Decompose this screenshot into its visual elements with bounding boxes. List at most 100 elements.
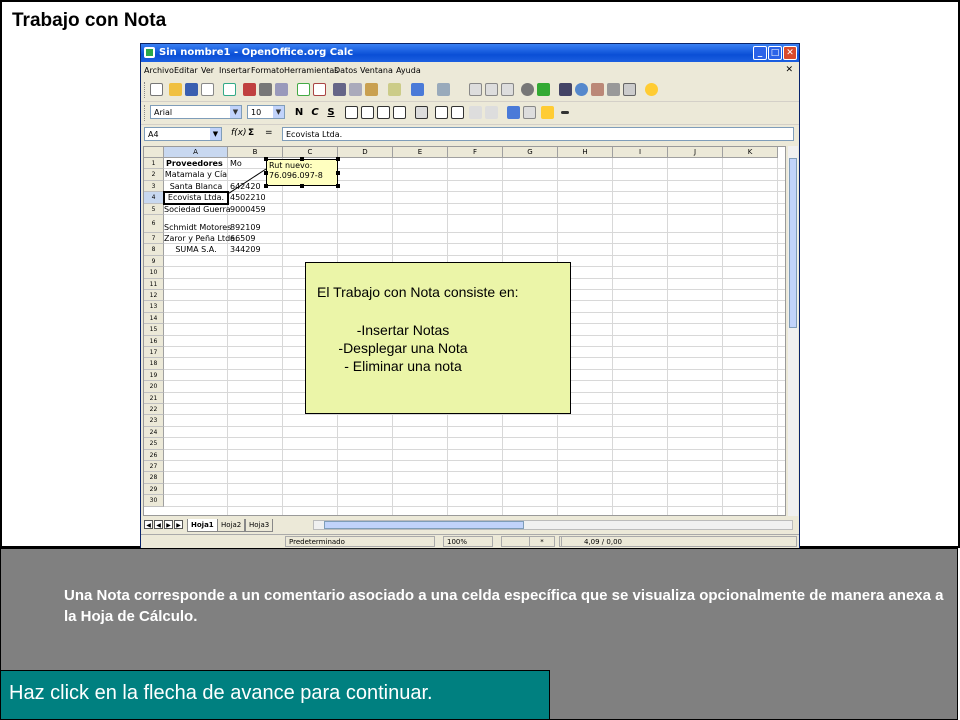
column-header-a[interactable]: A xyxy=(164,147,228,158)
name-box[interactable]: A4 ▼ xyxy=(144,127,222,141)
navigator-icon[interactable] xyxy=(575,83,588,96)
row-header-7[interactable]: 7 xyxy=(144,233,164,245)
row-header-29[interactable]: 29 xyxy=(144,483,164,496)
menu-datos[interactable]: Datos xyxy=(334,66,357,75)
indent-icon[interactable] xyxy=(523,106,536,119)
tab-hoja3[interactable]: Hoja3 xyxy=(245,519,274,532)
row-header-6[interactable]: 6 xyxy=(144,215,164,233)
cell-header-proveedores[interactable]: Proveedores xyxy=(166,159,223,169)
email-icon[interactable] xyxy=(201,83,214,96)
justify-icon[interactable] xyxy=(393,106,406,119)
row-header-1[interactable]: 1 xyxy=(144,158,164,170)
cut-icon[interactable] xyxy=(333,83,346,96)
row-header-14[interactable]: 14 xyxy=(144,312,164,325)
align-center-icon[interactable] xyxy=(361,106,374,119)
note-resize-handle[interactable] xyxy=(300,157,304,161)
sum-button[interactable]: Σ xyxy=(248,128,254,138)
zoom-level[interactable]: 100% xyxy=(443,536,493,547)
function-wizard-button[interactable]: f(x) xyxy=(231,128,247,138)
zoom-icon[interactable] xyxy=(623,83,636,96)
row-header-23[interactable]: 23 xyxy=(144,415,164,427)
export-pdf-icon[interactable] xyxy=(243,83,256,96)
paste-icon[interactable] xyxy=(365,83,378,96)
column-header-j[interactable]: J xyxy=(668,147,723,158)
row-header-10[interactable]: 10 xyxy=(144,267,164,279)
increase-font-icon[interactable] xyxy=(469,106,482,119)
minimize-button[interactable]: _ xyxy=(753,46,767,60)
column-header-f[interactable]: F xyxy=(448,147,503,158)
row-header-28[interactable]: 28 xyxy=(144,472,164,484)
cell-monto[interactable]: 66509 xyxy=(230,234,255,244)
cell-proveedor[interactable]: Zaror y Peña Ltda. xyxy=(164,234,238,244)
document-close-icon[interactable]: ✕ xyxy=(785,65,793,75)
row-header-13[interactable]: 13 xyxy=(144,301,164,313)
note-resize-handle[interactable] xyxy=(300,184,304,188)
hyperlink-icon[interactable] xyxy=(469,83,482,96)
sort-descending-icon[interactable] xyxy=(501,83,514,96)
row-header-15[interactable]: 15 xyxy=(144,324,164,336)
number-format-currency-icon[interactable] xyxy=(435,106,448,119)
row-header-20[interactable]: 20 xyxy=(144,381,164,393)
cell-note[interactable]: Rut nuevo: 76.096.097-8 xyxy=(266,159,338,186)
chart-icon[interactable] xyxy=(521,83,534,96)
page-preview-icon[interactable] xyxy=(275,83,288,96)
column-header-c[interactable]: C xyxy=(283,147,338,158)
cell-proveedor[interactable]: Schmidt Motores xyxy=(164,223,231,233)
decrease-font-icon[interactable] xyxy=(485,106,498,119)
menu-ver[interactable]: Ver xyxy=(201,66,214,75)
row-header-30[interactable]: 30 xyxy=(144,495,164,507)
scroll-thumb[interactable] xyxy=(324,521,524,529)
column-header-d[interactable]: D xyxy=(338,147,393,158)
row-header-9[interactable]: 9 xyxy=(144,255,164,268)
data-sources-icon[interactable] xyxy=(607,83,620,96)
autospellcheck-icon[interactable] xyxy=(313,83,326,96)
cell-header-monto[interactable]: Mo xyxy=(230,159,242,169)
column-header-i[interactable]: I xyxy=(613,147,668,158)
note-resize-handle[interactable] xyxy=(264,157,268,161)
cell-proveedor[interactable]: Sociedad Guerra xyxy=(164,205,231,215)
first-sheet-icon[interactable]: ◀ xyxy=(144,520,153,529)
edit-file-icon[interactable] xyxy=(223,83,236,96)
note-resize-handle[interactable] xyxy=(336,171,340,175)
row-header-8[interactable]: 8 xyxy=(144,244,164,256)
vertical-scrollbar[interactable] xyxy=(788,146,798,516)
tab-hoja1[interactable]: Hoja1 xyxy=(187,519,218,532)
help-icon[interactable] xyxy=(645,83,658,96)
open-folder-icon[interactable] xyxy=(169,83,182,96)
column-header-e[interactable]: E xyxy=(393,147,448,158)
align-left-icon[interactable] xyxy=(345,106,358,119)
note-resize-handle[interactable] xyxy=(336,184,340,188)
highlight-icon[interactable] xyxy=(541,106,554,119)
close-button[interactable]: ✕ xyxy=(783,46,797,60)
maximize-button[interactable]: □ xyxy=(768,46,782,60)
row-header-2[interactable]: 2 xyxy=(144,169,164,181)
draw-functions-icon[interactable] xyxy=(537,83,550,96)
horizontal-scrollbar[interactable] xyxy=(313,520,793,530)
menu-editar[interactable]: Editar xyxy=(174,66,198,75)
cell-proveedor[interactable]: SUMA S.A. xyxy=(164,245,228,255)
text-color-icon[interactable] xyxy=(507,106,520,119)
last-sheet-icon[interactable]: ▶ xyxy=(174,520,183,529)
menu-ayuda[interactable]: Ayuda xyxy=(396,66,421,75)
row-header-24[interactable]: 24 xyxy=(144,426,164,439)
row-header-22[interactable]: 22 xyxy=(144,404,164,416)
row-header-4[interactable]: 4 xyxy=(144,192,164,204)
formula-input[interactable]: Ecovista Ltda. xyxy=(282,127,794,141)
row-header-16[interactable]: 16 xyxy=(144,335,164,347)
column-header-h[interactable]: H xyxy=(558,147,613,158)
number-format-percent-icon[interactable] xyxy=(451,106,464,119)
bold-button[interactable]: N xyxy=(291,105,307,120)
select-all-corner[interactable] xyxy=(144,147,164,158)
menu-insertar[interactable]: Insertar xyxy=(219,66,250,75)
copy-icon[interactable] xyxy=(349,83,362,96)
print-icon[interactable] xyxy=(259,83,272,96)
cell-monto[interactable]: 892109 xyxy=(230,223,261,233)
row-header-18[interactable]: 18 xyxy=(144,358,164,370)
menu-formato[interactable]: Formato xyxy=(251,66,284,75)
row-header-11[interactable]: 11 xyxy=(144,278,164,290)
menu-ventana[interactable]: Ventana xyxy=(360,66,393,75)
cell-monto[interactable]: 344209 xyxy=(230,245,261,255)
new-document-icon[interactable] xyxy=(150,83,163,96)
spellcheck-icon[interactable] xyxy=(297,83,310,96)
prev-sheet-icon[interactable]: ◀ xyxy=(154,520,163,529)
